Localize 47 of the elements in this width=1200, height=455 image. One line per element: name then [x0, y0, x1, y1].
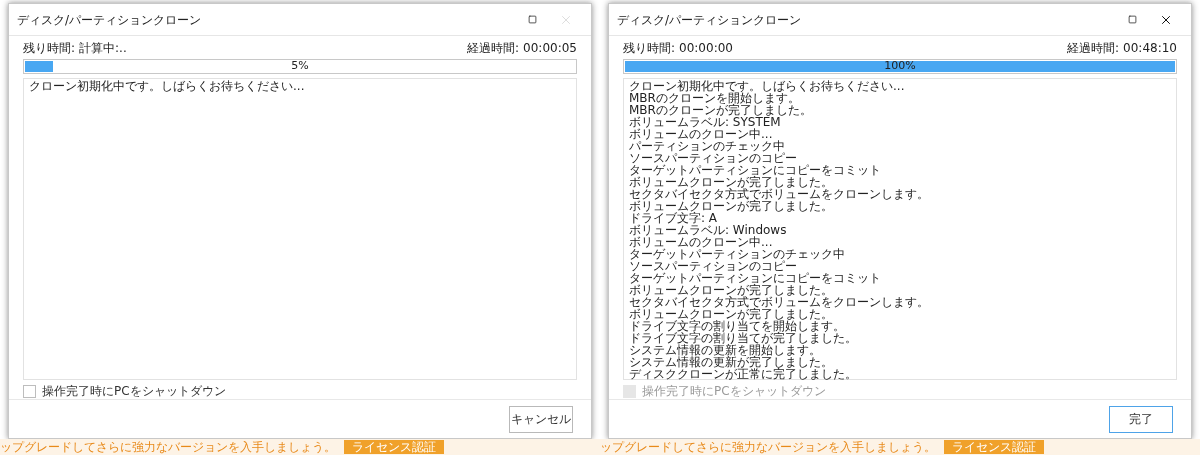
- log-line: システム情報の更新が完了しました。: [629, 356, 834, 368]
- elapsed-label: 経過時間:: [467, 40, 520, 57]
- elapsed-value: 00:00:05: [523, 40, 577, 57]
- log-line: ボリュームのクローン中...: [629, 236, 774, 248]
- elapsed-value: 00:48:10: [1123, 40, 1177, 57]
- upgrade-message: ップグレードしてさらに強力なバージョンを入手しましょう。: [600, 440, 936, 454]
- log-line: MBRのクローンが完了しました。: [629, 104, 813, 116]
- maximize-icon: [1127, 15, 1137, 24]
- shutdown-checkbox[interactable]: [23, 384, 36, 398]
- shutdown-label: 操作完了時にPCをシャットダウン: [42, 383, 226, 400]
- log-line: ボリュームクローンが完了しました。: [629, 284, 834, 296]
- elapsed-label: 経過時間:: [1067, 40, 1120, 57]
- log-line: ソースパーティションのコピー: [629, 152, 798, 164]
- log-line: ターゲットパーティションにコピーをコミット: [629, 164, 882, 176]
- log-line: ボリュームラベル: Windows: [629, 224, 788, 236]
- log-line: クローン初期化中です。しばらくお待ちください...: [29, 80, 306, 92]
- remaining-value: 計算中:..: [79, 40, 127, 57]
- log-line: ドライブ文字の割り当てが完了しました。: [629, 332, 858, 344]
- log-line: ボリュームクローンが完了しました。: [629, 308, 834, 320]
- log-line: クローン初期化中です。しばらくお待ちください...: [629, 80, 906, 92]
- window-title: ディスク/パーティションクローン: [17, 11, 203, 29]
- dialog-button[interactable]: 完了: [1109, 405, 1173, 433]
- log-line: ドライブ文字の割り当てを開始します。: [629, 320, 846, 332]
- log-line: ドライブ文字: A: [629, 212, 719, 224]
- log-line: ボリュームクローンが完了しました。: [629, 200, 834, 212]
- log-line: ディスククローンが正常に完了しました。: [629, 368, 858, 380]
- dialog-button[interactable]: キャンセル: [509, 405, 573, 433]
- log-line: システム情報の更新を開始します。: [629, 344, 822, 356]
- window-title: ディスク/パーティションクローン: [617, 11, 803, 29]
- log-line: パーティションのチェック中: [629, 140, 786, 152]
- remaining-label: 残り時間:: [623, 40, 676, 57]
- upgrade-message: ップグレードしてさらに強力なバージョンを入手しましょう。: [0, 440, 336, 454]
- log-line: ボリュームクローンが完了しました。: [629, 176, 834, 188]
- shutdown-label: 操作完了時にPCをシャットダウン: [642, 383, 826, 400]
- log-line: ボリュームラベル: SYSTEM: [629, 116, 781, 128]
- log-line: セクタバイセクタ方式でボリュームをクローンします。: [629, 188, 930, 200]
- log-line: ターゲットパーティションのチェック中: [629, 248, 846, 260]
- progress-text: 5%: [290, 60, 310, 73]
- log-line: ソースパーティションのコピー: [629, 260, 798, 272]
- log-line: MBRのクローンを開始します。: [629, 92, 800, 104]
- log-line: セクタバイセクタ方式でボリュームをクローンします。: [629, 296, 930, 308]
- remaining-value: 00:00:00: [679, 40, 733, 57]
- log-line: ボリュームのクローン中...: [629, 128, 773, 140]
- log-line: ターゲットパーティションにコピーをコミット: [629, 272, 882, 284]
- maximize-icon: [527, 15, 537, 24]
- remaining-label: 残り時間:: [23, 40, 76, 57]
- progress-text: 100%: [883, 60, 917, 73]
